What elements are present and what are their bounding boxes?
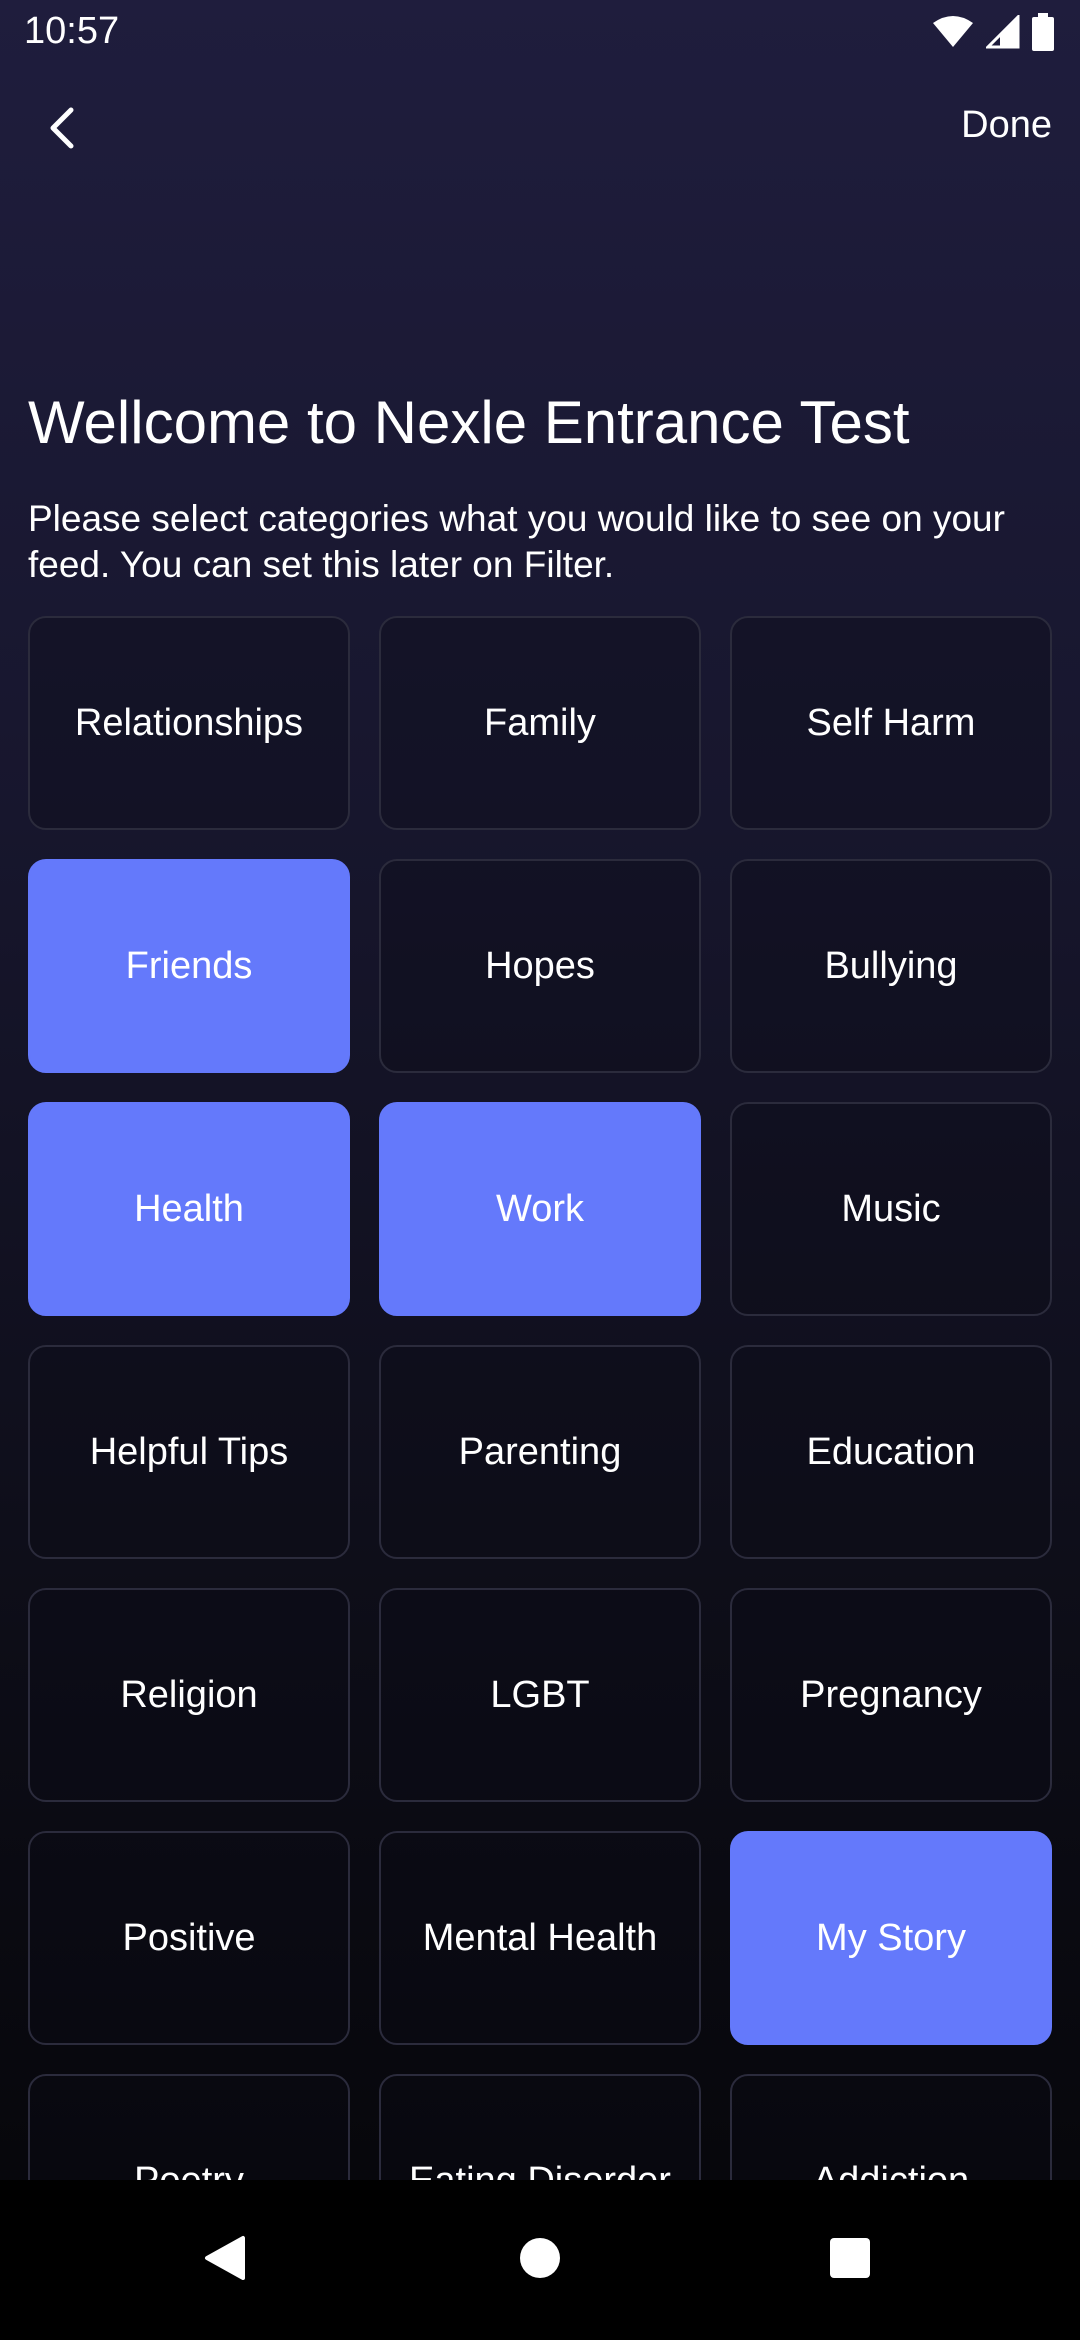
category-label: Pregnancy <box>800 1673 982 1716</box>
screen: 10:57 Done Wellcome to Nexle Entrance Te… <box>0 0 1080 2340</box>
status-time: 10:57 <box>24 10 120 52</box>
category-tile-eating-disorder[interactable]: Eating Disorder <box>379 2074 701 2180</box>
category-tile-health[interactable]: Health <box>28 1102 350 1316</box>
category-tile-education[interactable]: Education <box>730 1345 1052 1559</box>
done-button[interactable]: Done <box>961 104 1052 147</box>
back-triangle-icon <box>203 2234 247 2287</box>
category-tile-relationships[interactable]: Relationships <box>28 616 350 830</box>
category-tile-mental-health[interactable]: Mental Health <box>379 1831 701 2045</box>
category-tile-work[interactable]: Work <box>379 1102 701 1316</box>
category-label: Work <box>496 1187 584 1230</box>
category-tile-self-harm[interactable]: Self Harm <box>730 616 1052 830</box>
wifi-icon <box>932 15 974 54</box>
category-tile-helpful-tips[interactable]: Helpful Tips <box>28 1345 350 1559</box>
category-tile-friends[interactable]: Friends <box>28 859 350 1073</box>
category-tile-bullying[interactable]: Bullying <box>730 859 1052 1073</box>
category-label: Addiction <box>813 2160 969 2181</box>
category-tile-religion[interactable]: Religion <box>28 1588 350 1802</box>
status-icons <box>932 12 1054 56</box>
category-label: My Story <box>816 1916 966 1959</box>
signal-icon <box>984 12 1020 54</box>
navigation-bar <box>0 2180 1080 2340</box>
category-label: Parenting <box>458 1430 622 1473</box>
category-label: Self Harm <box>806 701 976 744</box>
category-label: Helpful Tips <box>89 1430 289 1473</box>
top-bar: Done <box>0 90 1080 170</box>
category-label: Education <box>806 1430 976 1473</box>
category-tile-parenting[interactable]: Parenting <box>379 1345 701 1559</box>
category-tile-pregnancy[interactable]: Pregnancy <box>730 1588 1052 1802</box>
category-label: Health <box>134 1187 244 1230</box>
category-label: Family <box>484 701 596 744</box>
category-grid-viewport[interactable]: Relationships Family Self Harm Friends Hopes… <box>0 616 1080 2180</box>
battery-icon <box>1032 12 1054 56</box>
category-tile-positive[interactable]: Positive <box>28 1831 350 2045</box>
category-tile-my-story[interactable]: My Story <box>730 1831 1052 2045</box>
category-tile-lgbt[interactable]: LGBT <box>379 1588 701 1802</box>
category-label: Relationships <box>74 701 304 744</box>
category-label: Eating Disorder <box>409 2160 671 2181</box>
category-tile-family[interactable]: Family <box>379 616 701 830</box>
nav-home-button[interactable] <box>510 2230 570 2290</box>
category-tile-addiction[interactable]: Addiction <box>730 2074 1052 2180</box>
page-subtitle: Please select categories what you would … <box>28 498 1005 585</box>
home-circle-icon <box>518 2236 562 2285</box>
category-label: Poetry <box>134 2160 244 2181</box>
category-tile-hopes[interactable]: Hopes <box>379 859 701 1073</box>
category-label: Hopes <box>485 944 595 987</box>
category-tile-poetry[interactable]: Poetry <box>28 2074 350 2180</box>
chevron-left-icon <box>47 106 77 155</box>
category-label: Mental Health <box>422 1916 658 1959</box>
back-button[interactable] <box>30 98 94 162</box>
nav-back-button[interactable] <box>195 2230 255 2290</box>
page-title: Wellcome to Nexle Entrance Test <box>28 389 910 456</box>
category-grid: Relationships Family Self Harm Friends Hopes… <box>28 616 1054 2180</box>
recents-square-icon <box>829 2237 871 2284</box>
nav-recents-button[interactable] <box>820 2230 880 2290</box>
category-label: Positive <box>122 1916 256 1959</box>
category-tile-music[interactable]: Music <box>730 1102 1052 1316</box>
category-label: Religion <box>120 1673 258 1716</box>
category-label: Friends <box>125 944 253 987</box>
category-label: Bullying <box>824 944 958 987</box>
category-label: Music <box>841 1187 941 1230</box>
status-bar: 10:57 <box>0 0 1080 66</box>
category-label: LGBT <box>490 1673 590 1716</box>
